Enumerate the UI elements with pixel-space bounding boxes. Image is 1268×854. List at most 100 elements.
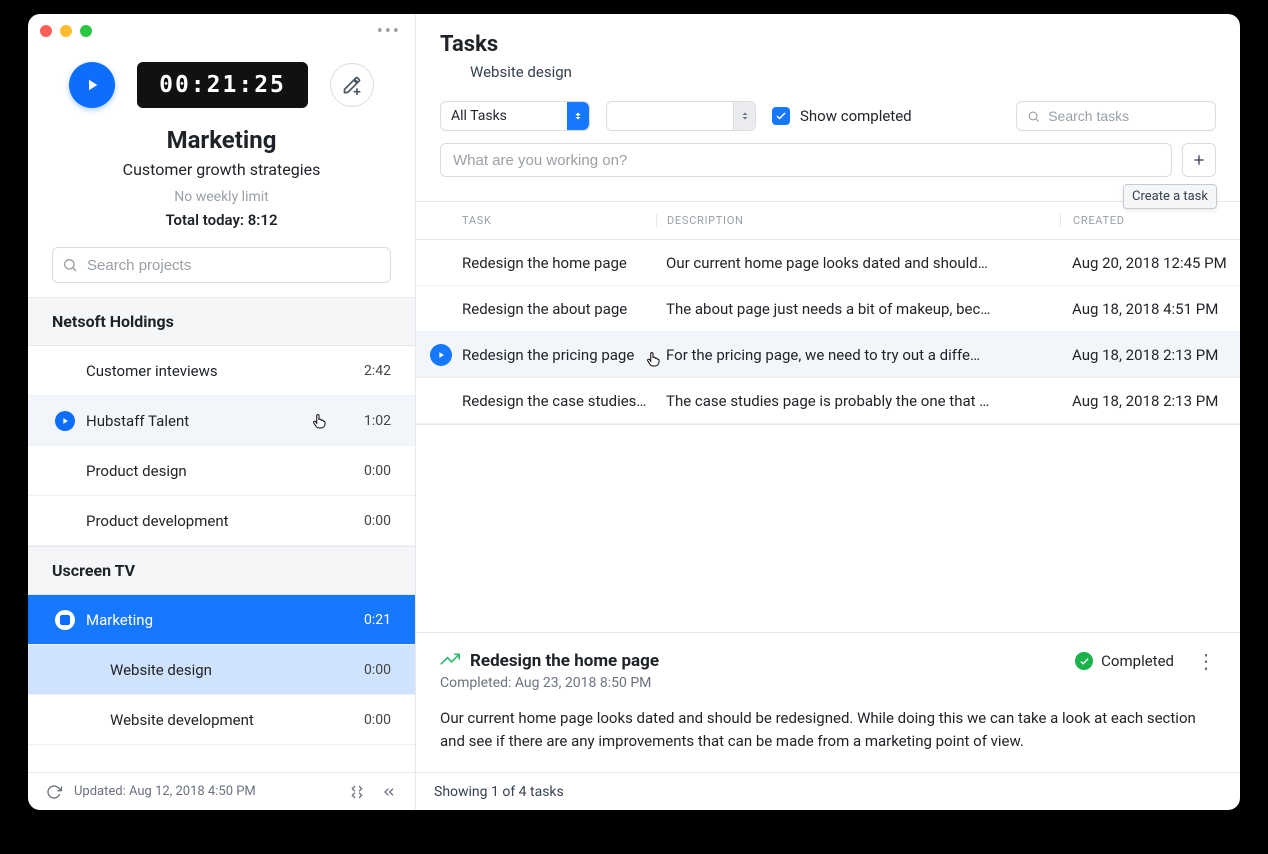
titlebar: ••• <box>28 14 415 40</box>
more-menu-icon[interactable]: ••• <box>377 21 403 42</box>
task-desc: Our current home page looks dated and sh… <box>656 254 1060 272</box>
checkbox-checked-icon <box>772 107 790 125</box>
sidebar-footer: Updated: Aug 12, 2018 4:50 PM <box>28 772 415 810</box>
task-created: Aug 18, 2018 2:13 PM <box>1060 346 1240 364</box>
col-desc-header: DESCRIPTION <box>656 214 1060 227</box>
main: Tasks Website design All Tasks <box>416 14 1240 810</box>
window-minimize-icon[interactable] <box>60 25 72 37</box>
show-completed-toggle[interactable]: Show completed <box>772 107 912 125</box>
refresh-button[interactable] <box>42 780 66 804</box>
elapsed-time: 00:21:25 <box>137 62 308 108</box>
project-group-header[interactable]: Uscreen TV <box>28 546 415 595</box>
col-created-header: CREATED <box>1060 214 1240 227</box>
chevron-updown-icon <box>733 102 755 130</box>
filter-select-value: All Tasks <box>451 108 507 124</box>
project-item-time: 0:21 <box>364 612 391 628</box>
work-row: Create a task <box>416 131 1240 177</box>
project-item[interactable]: Customer inteviews2:42 <box>28 346 415 396</box>
project-item[interactable]: Product development0:00 <box>28 496 415 546</box>
task-name: Redesign the case studies pa… <box>416 392 656 410</box>
search-icon <box>1027 109 1040 124</box>
toolbar: All Tasks Show completed <box>416 89 1240 131</box>
task-row[interactable]: Redesign the about pageThe about page ju… <box>416 286 1240 332</box>
chevron-down-icon <box>567 102 589 130</box>
project-group-header[interactable]: Netsoft Holdings <box>28 297 415 346</box>
table-header: TASK DESCRIPTION CREATED <box>416 202 1240 240</box>
timer-info: Marketing Customer growth strategies No … <box>28 126 415 229</box>
app-window: ••• 00:21:25 Marketing Customer growth s… <box>28 14 1240 810</box>
detail-body: Our current home page looks dated and sh… <box>440 707 1200 752</box>
project-item[interactable]: Hubstaff Talent1:02 <box>28 396 415 446</box>
project-item-time: 0:00 <box>364 662 391 678</box>
play-icon <box>83 76 101 94</box>
task-search-input[interactable] <box>1048 108 1205 124</box>
project-item-label: Website development <box>52 711 364 729</box>
completed-label: Completed <box>1101 652 1174 670</box>
completed-timestamp: Completed: Aug 23, 2018 8:50 PM <box>440 675 1216 691</box>
project-item-time: 0:00 <box>364 463 391 479</box>
task-search[interactable] <box>1016 101 1216 131</box>
project-item-time: 1:02 <box>364 413 391 429</box>
search-icon <box>62 257 78 277</box>
create-task-button[interactable]: Create a task <box>1182 143 1216 177</box>
task-rows: Redesign the home pageOur current home p… <box>416 240 1240 424</box>
project-item-label: Product development <box>52 512 364 530</box>
plus-icon <box>1191 152 1207 168</box>
task-created: Aug 20, 2018 12:45 PM <box>1060 254 1240 272</box>
detail-header: Redesign the home page Completed ⋮ <box>440 651 1216 671</box>
collapse-sidebar-button[interactable] <box>377 780 401 804</box>
active-project-title: Marketing <box>28 126 415 154</box>
task-row[interactable]: Redesign the case studies pa…The case st… <box>416 378 1240 424</box>
project-search-input[interactable] <box>52 247 391 283</box>
main-footer: Showing 1 of 4 tasks <box>416 772 1240 810</box>
compact-view-button[interactable] <box>345 780 369 804</box>
working-on-input[interactable] <box>440 143 1172 177</box>
show-completed-label: Show completed <box>800 107 912 125</box>
edit-icon <box>342 75 362 95</box>
edit-time-button[interactable] <box>330 63 374 107</box>
project-item[interactable]: Marketing0:21 <box>28 595 415 645</box>
check-circle-icon <box>1075 652 1093 670</box>
total-today: Total today: 8:12 <box>28 211 415 229</box>
start-timer-button[interactable] <box>69 62 115 108</box>
window-maximize-icon[interactable] <box>80 25 92 37</box>
task-desc: For the pricing page, we need to try out… <box>656 346 1060 364</box>
detail-more-menu[interactable]: ⋮ <box>1196 651 1216 671</box>
task-table: TASK DESCRIPTION CREATED Redesign the ho… <box>416 201 1240 425</box>
task-created: Aug 18, 2018 2:13 PM <box>1060 392 1240 410</box>
create-task-tooltip: Create a task <box>1123 184 1217 209</box>
project-icon <box>440 651 460 671</box>
project-item[interactable]: Website design0:00 <box>28 645 415 695</box>
task-row[interactable]: Redesign the pricing pageFor the pricing… <box>416 332 1240 378</box>
project-item-label: Hubstaff Talent <box>52 412 364 430</box>
task-created: Aug 18, 2018 4:51 PM <box>1060 300 1240 318</box>
project-item-label: Customer inteviews <box>52 362 364 380</box>
timer-row: 00:21:25 <box>28 62 415 108</box>
task-name: Redesign the pricing page <box>416 346 656 364</box>
task-row[interactable]: Redesign the home pageOur current home p… <box>416 240 1240 286</box>
completed-badge[interactable]: Completed <box>1075 652 1174 670</box>
stop-icon[interactable] <box>54 609 76 631</box>
project-search-wrap <box>28 229 415 297</box>
play-icon[interactable] <box>54 410 76 432</box>
project-item-time: 2:42 <box>364 363 391 379</box>
project-item-label: Website design <box>52 661 364 679</box>
weekly-limit: No weekly limit <box>28 189 415 205</box>
project-item-label: Marketing <box>52 611 364 629</box>
task-desc: The case studies page is probably the on… <box>656 392 1060 410</box>
showing-count: Showing 1 of 4 tasks <box>434 784 564 800</box>
active-project-subtitle: Customer growth strategies <box>28 160 415 179</box>
secondary-filter-select[interactable] <box>606 101 756 131</box>
play-icon[interactable] <box>430 344 452 366</box>
project-item[interactable]: Product design0:00 <box>28 446 415 496</box>
page-subtitle: Website design <box>440 63 1216 81</box>
project-item[interactable]: Website development0:00 <box>28 695 415 745</box>
task-desc: The about page just needs a bit of makeu… <box>656 300 1060 318</box>
project-item-time: 0:00 <box>364 712 391 728</box>
sidebar: ••• 00:21:25 Marketing Customer growth s… <box>28 14 416 810</box>
last-updated: Updated: Aug 12, 2018 4:50 PM <box>74 784 256 799</box>
task-name: Redesign the home page <box>416 254 656 272</box>
filter-select[interactable]: All Tasks <box>440 101 590 131</box>
col-task-header: TASK <box>416 214 656 227</box>
window-close-icon[interactable] <box>40 25 52 37</box>
